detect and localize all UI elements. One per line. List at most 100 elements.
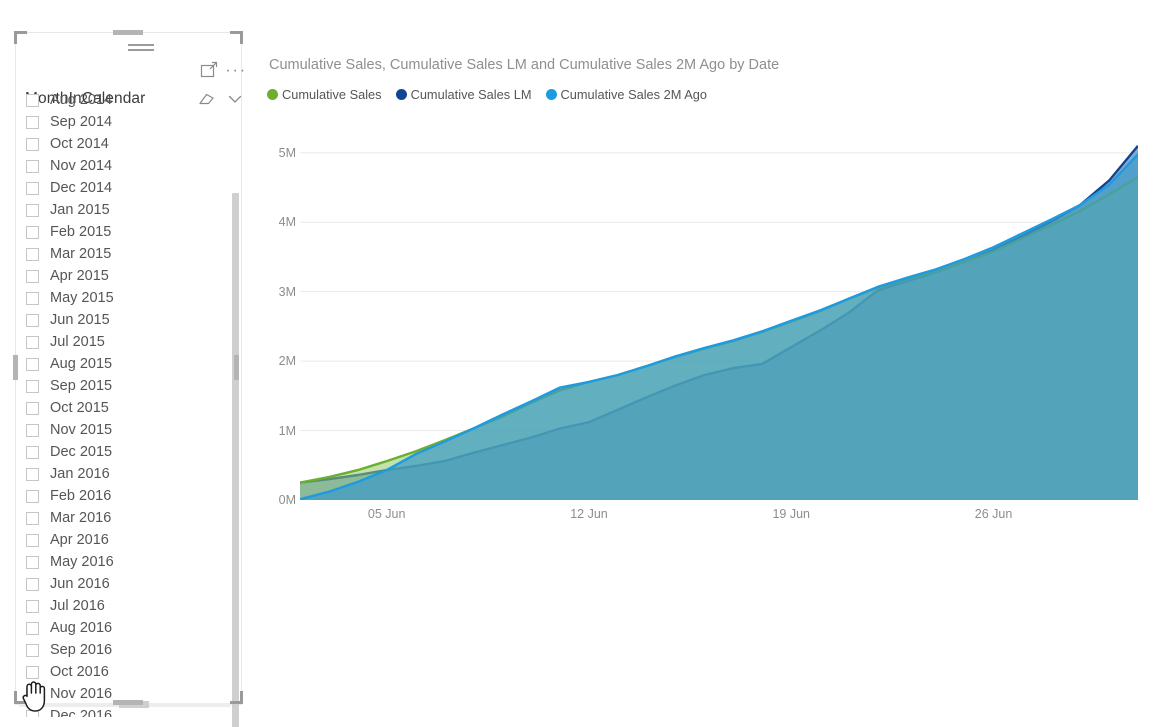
slicer-item[interactable]: Nov 2015 [16,419,231,441]
slicer-item-checkbox[interactable] [26,247,39,261]
slicer-item[interactable]: Jul 2016 [16,595,231,617]
resize-handle-top-right[interactable] [230,31,243,44]
slicer-item[interactable]: Dec 2014 [16,177,231,199]
slicer-item[interactable]: Jul 2015 [16,331,231,353]
slicer-item-label: Jan 2015 [50,202,110,218]
legend-color-dot [545,89,557,100]
slicer-item[interactable]: Aug 2015 [16,353,231,375]
filter-menu-icon[interactable] [125,39,157,55]
chart-legend: Cumulative Sales Cumulative Sales LM Cumul… [267,87,707,102]
slicer-item-checkbox[interactable] [26,181,39,195]
y-axis-tick-label: 5M [278,145,296,160]
slicer-item[interactable]: May 2015 [16,287,231,309]
x-axis-tick-label: 19 Jun [772,507,810,521]
resize-handle-top-left[interactable] [14,31,27,44]
slicer-item[interactable]: Aug 2016 [16,617,231,639]
resize-handle-left[interactable] [13,355,18,380]
slicer-item[interactable]: Sep 2014 [16,111,231,133]
slicer-item-label: Oct 2015 [50,400,109,416]
slicer-item[interactable]: Oct 2015 [16,397,231,419]
slicer-item-list[interactable]: Aug 2014 Sep 2014 Oct 2014 Nov 2014 Dec 2014… [16,89,231,717]
slicer-item-checkbox[interactable] [26,93,39,107]
x-axis-tick-labels: 05 Jun 12 Jun 19 Jun 26 Jun [300,507,1138,531]
slicer-item-checkbox[interactable] [26,511,39,525]
slicer-item[interactable]: Mar 2016 [16,507,231,529]
area-chart-svg [300,145,1138,500]
month-slicer-visual[interactable]: ··· MonthInCalendar Aug 2014 Sep 2014 Oct … [15,32,245,727]
slicer-item-checkbox[interactable] [26,489,39,503]
slicer-item-checkbox[interactable] [26,313,39,327]
slicer-item[interactable]: Jun 2015 [16,309,231,331]
legend-entry[interactable]: Cumulative Sales LM [395,87,532,102]
legend-color-dot [395,89,407,100]
slicer-item-label: Apr 2016 [50,532,109,548]
cumulative-sales-area-chart-visual[interactable]: Cumulative Sales, Cumulative Sales LM an… [248,30,1156,550]
slicer-item-label: Oct 2014 [50,136,109,152]
slicer-item-checkbox[interactable] [26,115,39,129]
slicer-item-checkbox[interactable] [26,401,39,415]
slicer-item[interactable]: Aug 2014 [16,89,231,111]
hand-cursor-glyph [22,681,46,712]
slicer-item[interactable]: Jan 2015 [16,199,231,221]
slicer-item-checkbox[interactable] [26,423,39,437]
slicer-item-checkbox[interactable] [26,137,39,151]
slicer-item-label: Mar 2015 [50,246,112,262]
slicer-item-checkbox[interactable] [26,643,39,657]
slicer-item-checkbox[interactable] [26,445,39,459]
plot-area[interactable] [300,125,1138,500]
y-axis-tick-label: 0M [278,493,296,507]
slicer-item-label: Dec 2016 [50,708,113,717]
slicer-item[interactable]: Oct 2014 [16,133,231,155]
slicer-item[interactable]: Apr 2016 [16,529,231,551]
slicer-item-label: Sep 2015 [50,378,113,394]
slicer-item[interactable]: Jan 2016 [16,463,231,485]
x-axis-tick-label: 05 Jun [367,507,406,521]
slicer-item-label: Feb 2016 [50,488,112,504]
slicer-item[interactable]: Feb 2016 [16,485,231,507]
slicer-item-checkbox[interactable] [26,291,39,305]
slicer-item[interactable]: Sep 2015 [16,375,231,397]
slicer-item[interactable]: Oct 2016 [16,661,231,683]
slicer-item-checkbox[interactable] [26,357,39,371]
slicer-item-checkbox[interactable] [26,203,39,217]
slicer-item-checkbox[interactable] [26,159,39,173]
slicer-item-label: Jun 2016 [50,576,110,592]
slicer-item-label: Sep 2016 [50,642,113,658]
slicer-item-label: Aug 2015 [50,356,113,372]
resize-handle-bottom[interactable] [113,700,143,705]
slicer-item-checkbox[interactable] [26,599,39,613]
slicer-item[interactable]: Mar 2015 [16,243,231,265]
slicer-item[interactable]: Apr 2015 [16,265,231,287]
slicer-item-checkbox[interactable] [26,269,39,283]
slicer-item[interactable]: Jun 2016 [16,573,231,595]
slicer-item[interactable]: Feb 2015 [16,221,231,243]
resize-handle-bottom-right[interactable] [230,691,243,704]
slicer-item-checkbox[interactable] [26,665,39,679]
slicer-item-label: Apr 2015 [50,268,109,284]
slicer-item-checkbox[interactable] [26,379,39,393]
slicer-item[interactable]: Dec 2015 [16,441,231,463]
slicer-item-checkbox[interactable] [26,621,39,635]
slicer-item-checkbox[interactable] [26,467,39,481]
slicer-item-checkbox[interactable] [26,225,39,239]
slicer-item-label: Nov 2015 [50,422,113,438]
resize-handle-top[interactable] [113,30,143,35]
focus-mode-icon[interactable] [200,61,218,79]
slicer-item[interactable]: Nov 2014 [16,155,231,177]
slicer-item-label: Jul 2016 [50,598,105,614]
y-axis-tick-label: 1M [278,423,296,438]
slicer-item[interactable]: Sep 2016 [16,639,231,661]
legend-entry[interactable]: Cumulative Sales 2M Ago [545,87,707,102]
slicer-vertical-scrollbar-thumb[interactable] [232,193,239,727]
more-options-icon[interactable]: ··· [225,61,246,79]
slicer-item-checkbox[interactable] [26,335,39,349]
slicer-item[interactable]: May 2016 [16,551,231,573]
slicer-item-checkbox[interactable] [26,533,39,547]
slicer-item-label: Nov 2014 [50,158,113,174]
x-axis-tick-label: 26 Jun [974,507,1013,521]
slicer-item-checkbox[interactable] [26,555,39,569]
resize-handle-right[interactable] [234,355,239,380]
legend-entry[interactable]: Cumulative Sales [267,87,382,102]
slicer-item-label: Dec 2015 [50,444,113,460]
slicer-item-checkbox[interactable] [26,577,39,591]
